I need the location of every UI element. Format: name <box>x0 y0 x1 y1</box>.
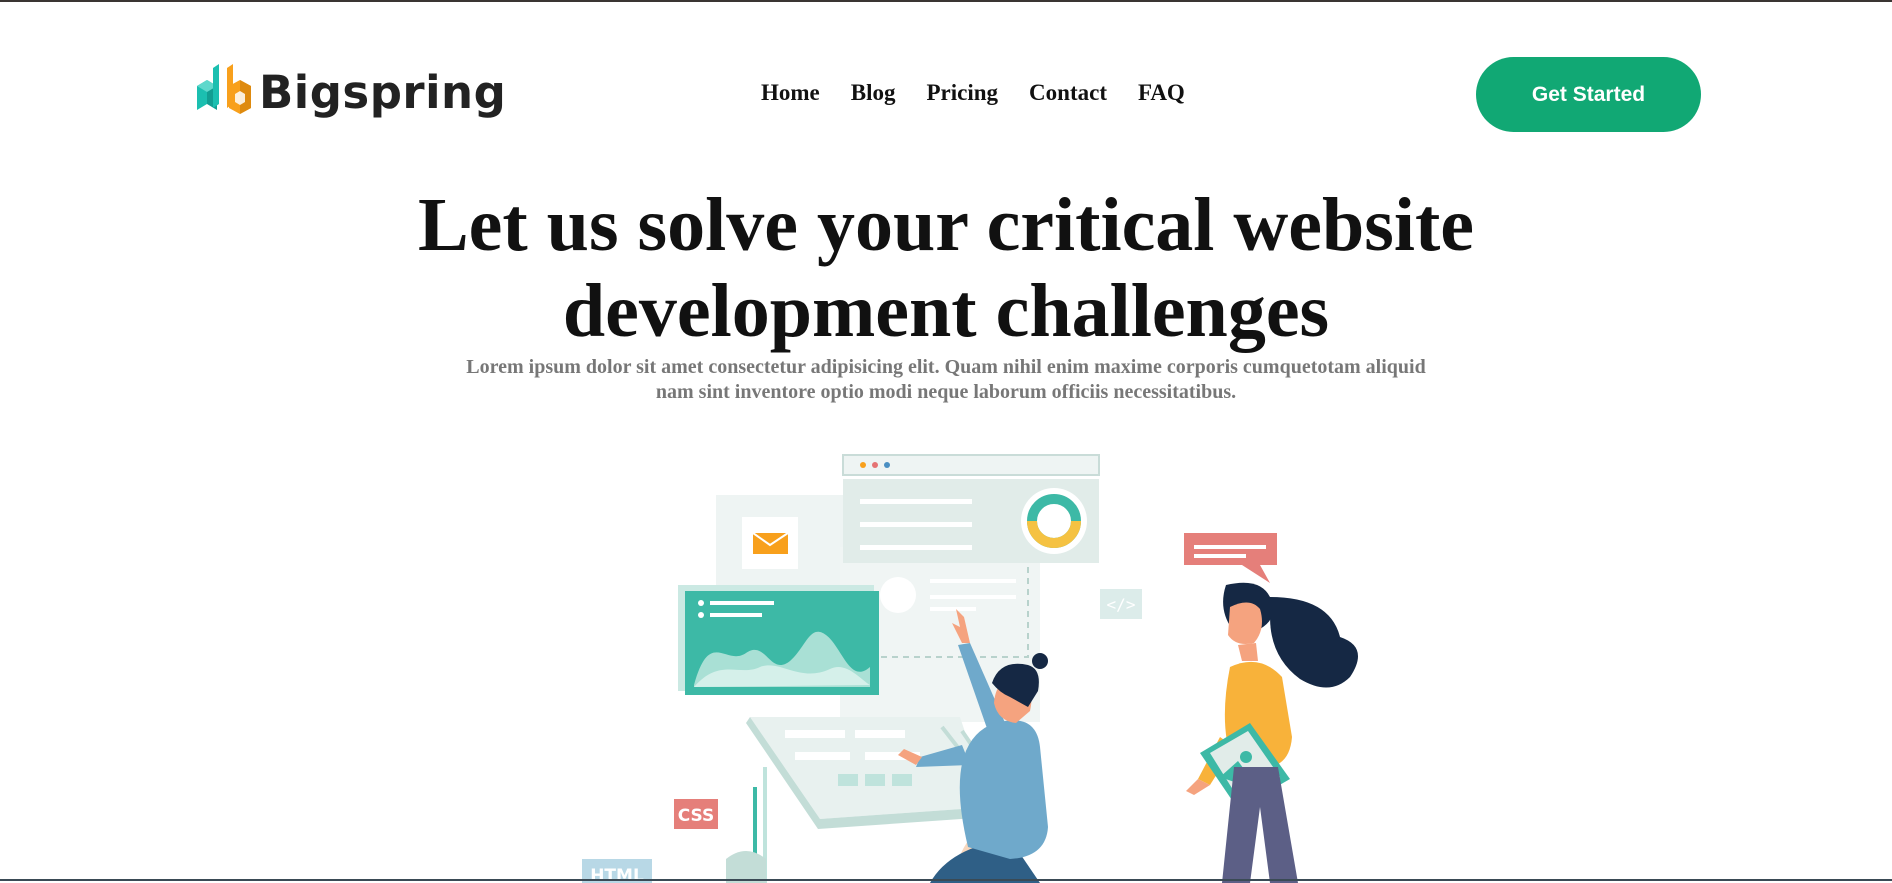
hero-illustration: </> CSS HTML <box>582 454 1358 883</box>
logo-text: Bigspring <box>259 65 507 119</box>
hero-title: Let us solve your critical website devel… <box>0 182 1892 354</box>
get-started-button[interactable]: Get Started <box>1476 57 1701 132</box>
nav-item-contact[interactable]: Contact <box>1029 80 1107 106</box>
donut-chart-icon <box>1021 488 1087 554</box>
nav-item-pricing[interactable]: Pricing <box>927 80 999 106</box>
speech-bubble-icon <box>1184 533 1277 583</box>
hero-subtitle: Lorem ipsum dolor sit amet consectetur a… <box>430 355 1462 405</box>
area-chart-icon <box>678 585 879 695</box>
logo[interactable]: Bigspring <box>193 62 506 122</box>
code-tag-icon: </> <box>1100 589 1142 619</box>
woman-figure <box>1186 582 1358 883</box>
code-tag-label: </> <box>1107 595 1136 614</box>
hero-title-line-2: development challenges <box>562 269 1330 353</box>
hero-subtitle-line-1: Lorem ipsum dolor sit amet consectetur a… <box>466 356 1426 378</box>
hero-subtitle-line-2: nam sint inventore optio modi neque labo… <box>655 381 1237 403</box>
nav-item-home[interactable]: Home <box>761 80 820 106</box>
mail-icon <box>742 517 798 569</box>
nav-item-blog[interactable]: Blog <box>851 80 896 106</box>
css-tag: CSS <box>674 799 718 829</box>
logo-mark-icon <box>197 64 251 114</box>
hero-title-line-1: Let us solve your critical website <box>417 183 1475 267</box>
nav-item-faq[interactable]: FAQ <box>1138 80 1185 106</box>
css-tag-label: CSS <box>678 806 715 826</box>
main-nav: Home Blog Pricing Contact FAQ <box>761 80 1185 106</box>
